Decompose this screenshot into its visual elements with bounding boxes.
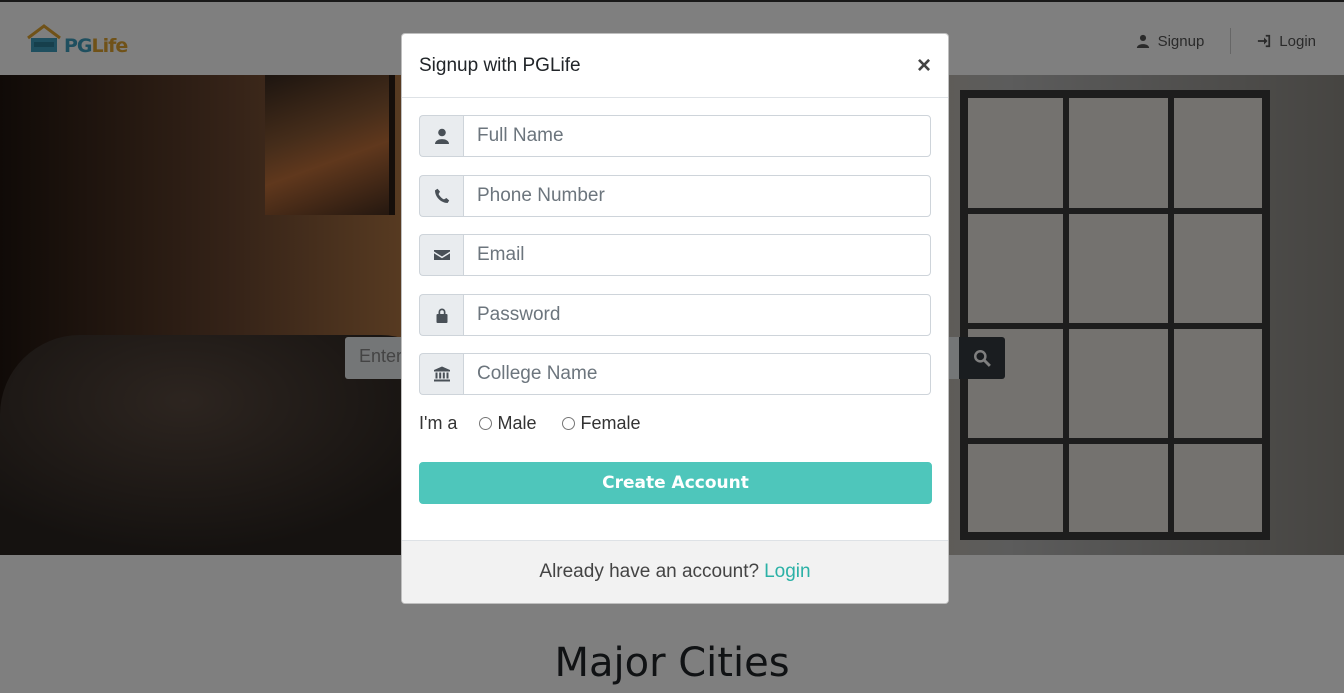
create-account-button[interactable]: Create Account: [419, 461, 932, 504]
password-input[interactable]: [463, 293, 931, 336]
modal-footer: Already have an account? Login: [402, 540, 948, 603]
full-name-input[interactable]: [463, 115, 931, 157]
gender-label: I'm a: [419, 413, 458, 433]
full-name-group: [419, 115, 931, 157]
gender-option-female[interactable]: Female: [562, 413, 641, 434]
envelope-icon: [419, 234, 463, 276]
male-label: Male: [497, 413, 537, 433]
phone-group: [419, 174, 931, 217]
modal-title: Signup with PGLife: [419, 54, 581, 76]
phone-input[interactable]: [463, 174, 931, 217]
gender-selector: I'm a Male Female: [419, 410, 931, 438]
close-button[interactable]: ×: [917, 53, 931, 78]
signup-modal: Signup with PGLife × Full Name Phone Num…: [401, 33, 949, 604]
male-radio[interactable]: [479, 417, 493, 430]
email-input[interactable]: [463, 234, 931, 276]
modal-header: Signup with PGLife ×: [402, 34, 948, 98]
college-group: [419, 353, 931, 395]
phone-icon: [419, 174, 463, 217]
email-group: [419, 234, 931, 276]
gender-option-male[interactable]: Male: [479, 413, 536, 434]
lock-icon: [419, 293, 463, 336]
footer-text: Already have an account?: [539, 561, 760, 582]
university-icon: [419, 353, 463, 395]
modal-body: I'm a Male Female Create Account: [402, 98, 948, 504]
college-input[interactable]: [463, 353, 931, 395]
password-group: [419, 293, 931, 336]
female-label: Female: [580, 413, 641, 433]
user-icon: [419, 115, 463, 157]
female-radio[interactable]: [562, 417, 576, 430]
login-link-footer[interactable]: Login: [764, 561, 811, 583]
